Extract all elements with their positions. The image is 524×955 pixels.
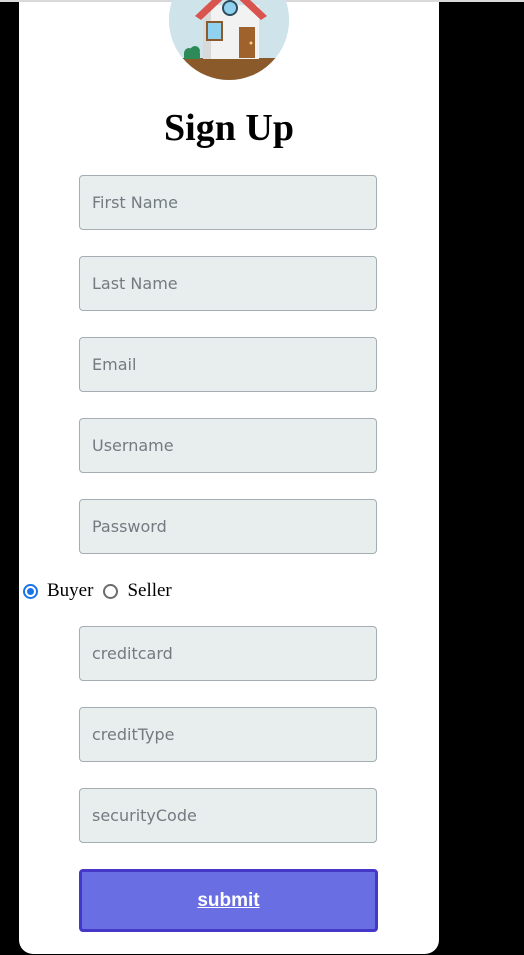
role-radio-group: Buyer Seller <box>23 580 182 602</box>
page-title: Sign Up <box>164 107 294 149</box>
house-logo-icon <box>169 0 289 80</box>
username-input[interactable] <box>79 418 377 473</box>
left-background <box>0 2 19 955</box>
submit-button[interactable]: submit <box>79 869 378 932</box>
seller-radio[interactable] <box>103 583 119 599</box>
creditcard-input[interactable] <box>79 626 377 681</box>
password-input[interactable] <box>79 499 377 554</box>
seller-radio-label[interactable]: Seller <box>127 580 171 602</box>
credit-type-input[interactable] <box>79 707 377 762</box>
signup-card: Sign Up Buyer Seller submit <box>19 0 439 954</box>
last-name-input[interactable] <box>79 256 377 311</box>
email-input[interactable] <box>79 337 377 392</box>
buyer-radio-label[interactable]: Buyer <box>47 580 93 602</box>
buyer-radio[interactable] <box>23 583 38 599</box>
right-background <box>439 2 524 955</box>
first-name-input[interactable] <box>79 175 377 230</box>
security-code-input[interactable] <box>79 788 377 843</box>
